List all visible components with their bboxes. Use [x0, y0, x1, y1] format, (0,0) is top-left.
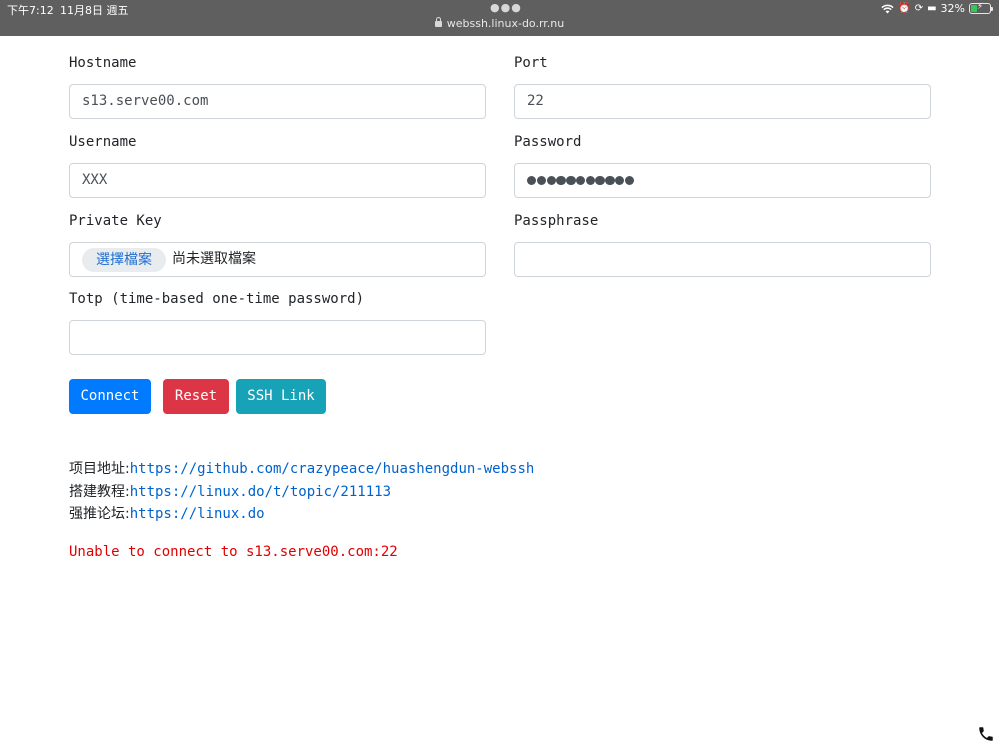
port-input[interactable]: 22: [514, 84, 931, 119]
sleep-icon: ▬: [927, 2, 937, 14]
battery-icon: ⚡: [969, 2, 993, 14]
error-message: Unable to connect to s13.serve00.com:22: [69, 544, 398, 560]
battery-percent: 32%: [940, 2, 965, 15]
port-label: Port: [514, 55, 548, 71]
username-label: Username: [69, 134, 137, 150]
wifi-icon: [881, 4, 894, 13]
more-options-icon[interactable]: ●●●: [490, 1, 522, 14]
info-line-project: 项目地址:https://github.com/crazypeace/huash…: [69, 458, 534, 478]
password-dot: [575, 175, 586, 186]
password-dot: [556, 175, 566, 186]
password-dot: [595, 175, 605, 186]
info-label: 搭建教程:: [69, 484, 130, 500]
ssh-link-button[interactable]: SSH Link: [236, 379, 326, 414]
password-dot: [566, 175, 576, 186]
alarm-icon: ⏰: [898, 2, 911, 14]
totp-label: Totp (time-based one-time password): [69, 291, 365, 307]
password-dot: [536, 175, 547, 186]
passphrase-label: Passphrase: [514, 213, 599, 229]
hostname-label: Hostname: [69, 55, 137, 71]
connect-button[interactable]: Connect: [69, 379, 151, 414]
password-dot: [615, 175, 625, 186]
reset-button[interactable]: Reset: [163, 379, 229, 414]
password-dot: [624, 175, 635, 186]
tutorial-link[interactable]: https://linux.do/t/topic/211113: [130, 484, 391, 500]
orientation-lock-icon: ⟳: [914, 2, 924, 14]
forum-link[interactable]: https://linux.do: [130, 506, 265, 522]
lock-icon: [434, 17, 442, 27]
password-dot: [605, 175, 615, 186]
address-bar[interactable]: webssh.linux-do.rr.nu: [0, 17, 999, 30]
private-key-file-input[interactable]: 選擇檔案 尚未選取檔案: [69, 242, 486, 277]
passphrase-input[interactable]: [514, 242, 931, 277]
password-label: Password: [514, 134, 582, 150]
status-time: 下午7:12: [7, 4, 54, 17]
password-dot: [527, 175, 537, 186]
status-bar: 下午7:12 11月8日 週五 ●●● webssh.linux-do.rr.n…: [0, 0, 999, 36]
password-mask: [527, 164, 918, 197]
status-date: 11月8日 週五: [60, 4, 129, 17]
url-text: webssh.linux-do.rr.nu: [446, 17, 565, 30]
private-key-label: Private Key: [69, 213, 162, 229]
project-link[interactable]: https://github.com/crazypeace/huashengdu…: [130, 461, 535, 477]
password-input[interactable]: [514, 163, 931, 198]
info-label: 强推论坛:: [69, 506, 130, 522]
info-line-tutorial: 搭建教程:https://linux.do/t/topic/211113: [69, 481, 391, 501]
file-status-text: 尚未選取檔案: [172, 251, 256, 267]
password-dot: [546, 175, 556, 186]
choose-file-button[interactable]: 選擇檔案: [82, 247, 166, 272]
info-label: 项目地址:: [69, 461, 130, 477]
username-input[interactable]: XXX: [69, 163, 486, 198]
password-dot: [585, 175, 596, 186]
phone-icon[interactable]: [977, 725, 995, 743]
info-line-forum: 强推论坛:https://linux.do: [69, 503, 265, 523]
status-icons: ⏰ ⟳ ▬ 32% ⚡: [881, 2, 993, 15]
totp-input[interactable]: [69, 320, 486, 355]
hostname-input[interactable]: s13.serve00.com: [69, 84, 486, 119]
